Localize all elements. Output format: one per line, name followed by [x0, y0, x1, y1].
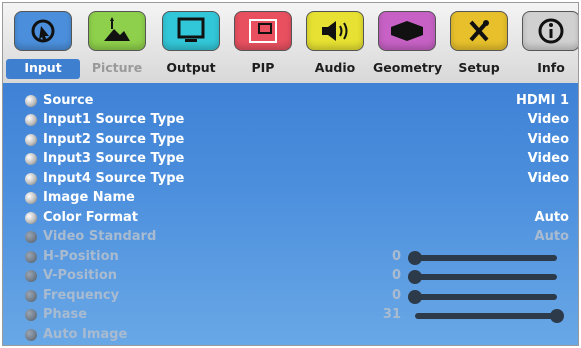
tab-pip[interactable]: PIP	[229, 11, 297, 79]
row-number: 0	[391, 268, 401, 283]
tab-picture[interactable]: Picture	[83, 11, 151, 79]
row-value: Auto	[534, 229, 569, 244]
bullet-icon	[25, 95, 37, 107]
pip-window-icon	[234, 11, 292, 51]
osd-menu: Input Picture Output PIP Audio Geometry …	[2, 2, 579, 346]
bullet-icon	[25, 329, 37, 341]
phase-slider	[415, 309, 564, 323]
row-label: Input1 Source Type	[43, 112, 185, 127]
row-number: 31	[382, 307, 401, 322]
menu-row-source[interactable]: Source HDMI 1	[25, 92, 573, 111]
bullet-icon	[25, 114, 37, 126]
row-value: Video	[527, 132, 569, 147]
tools-icon	[450, 11, 508, 51]
slider-knob	[408, 270, 422, 284]
tab-label: Audio	[314, 60, 356, 75]
menu-row-frequency: Frequency 0	[25, 287, 573, 306]
menu-row-color-format[interactable]: Color Format Auto	[25, 209, 573, 228]
bullet-icon	[25, 290, 37, 302]
row-label: Image Name	[43, 190, 135, 205]
bullet-icon	[25, 270, 37, 282]
info-icon	[522, 11, 578, 51]
menu-row-h-position: H-Position 0	[25, 248, 573, 267]
row-label: Frequency	[43, 288, 120, 303]
row-label: Auto Image	[43, 327, 128, 342]
row-value: Auto	[534, 210, 569, 225]
row-label: Video Standard	[43, 229, 157, 244]
row-number: 0	[391, 249, 401, 264]
tab-label: PIP	[251, 60, 275, 75]
menu-row-image-name[interactable]: Image Name	[25, 189, 573, 208]
bullet-icon	[25, 192, 37, 204]
tab-setup[interactable]: Setup	[445, 11, 513, 79]
menu-row-input3-source-type[interactable]: Input3 Source Type Video	[25, 150, 573, 169]
tab-label: Output	[166, 60, 216, 75]
menu-row-auto-image: Auto Image	[25, 326, 573, 345]
tab-geometry[interactable]: Geometry	[373, 11, 443, 79]
menu-row-video-standard: Video Standard Auto	[25, 228, 573, 247]
tab-label: Input	[24, 60, 62, 75]
row-label: Color Format	[43, 210, 139, 225]
menu-row-input4-source-type[interactable]: Input4 Source Type Video	[25, 170, 573, 189]
tab-label: Info	[537, 60, 565, 75]
bullet-icon	[25, 231, 37, 243]
input-arrow-icon	[14, 11, 72, 51]
row-value: Video	[527, 151, 569, 166]
menu-row-input1-source-type[interactable]: Input1 Source Type Video	[25, 111, 573, 130]
row-label: Source	[43, 93, 94, 108]
tab-output[interactable]: Output	[157, 11, 225, 79]
v-position-slider	[408, 270, 557, 284]
h-position-slider	[408, 251, 557, 265]
picture-landscape-icon	[88, 11, 146, 51]
geometry-icon	[378, 11, 436, 51]
row-value: HDMI 1	[515, 93, 569, 108]
tab-bar: Input Picture Output PIP Audio Geometry …	[3, 3, 578, 84]
row-label: H-Position	[43, 249, 119, 264]
frequency-slider	[408, 290, 557, 304]
tab-input[interactable]: Input	[6, 11, 80, 79]
slider-knob	[408, 251, 422, 265]
tab-info[interactable]: Info	[517, 11, 578, 79]
tab-label: Setup	[458, 60, 500, 75]
row-label: Phase	[43, 307, 88, 322]
input-settings-panel: Source HDMI 1 Input1 Source Type Video I…	[3, 83, 578, 345]
bullet-icon	[25, 212, 37, 224]
row-value: Video	[527, 112, 569, 127]
bullet-icon	[25, 153, 37, 165]
bullet-icon	[25, 251, 37, 263]
row-label: Input2 Source Type	[43, 132, 185, 147]
tab-label: Picture	[91, 60, 143, 75]
menu-row-input2-source-type[interactable]: Input2 Source Type Video	[25, 131, 573, 150]
row-value: Video	[527, 171, 569, 186]
slider-knob	[408, 290, 422, 304]
menu-row-v-position: V-Position 0	[25, 267, 573, 286]
row-label: Input3 Source Type	[43, 151, 185, 166]
row-label: V-Position	[43, 268, 118, 283]
row-label: Input4 Source Type	[43, 171, 185, 186]
bullet-icon	[25, 309, 37, 321]
row-number: 0	[391, 288, 401, 303]
monitor-icon	[162, 11, 220, 51]
bullet-icon	[25, 173, 37, 185]
tab-label: Geometry	[373, 60, 443, 75]
speaker-icon	[306, 11, 364, 51]
bullet-icon	[25, 134, 37, 146]
menu-row-phase: Phase 31	[25, 306, 573, 325]
slider-knob	[550, 309, 564, 323]
tab-audio[interactable]: Audio	[301, 11, 369, 79]
